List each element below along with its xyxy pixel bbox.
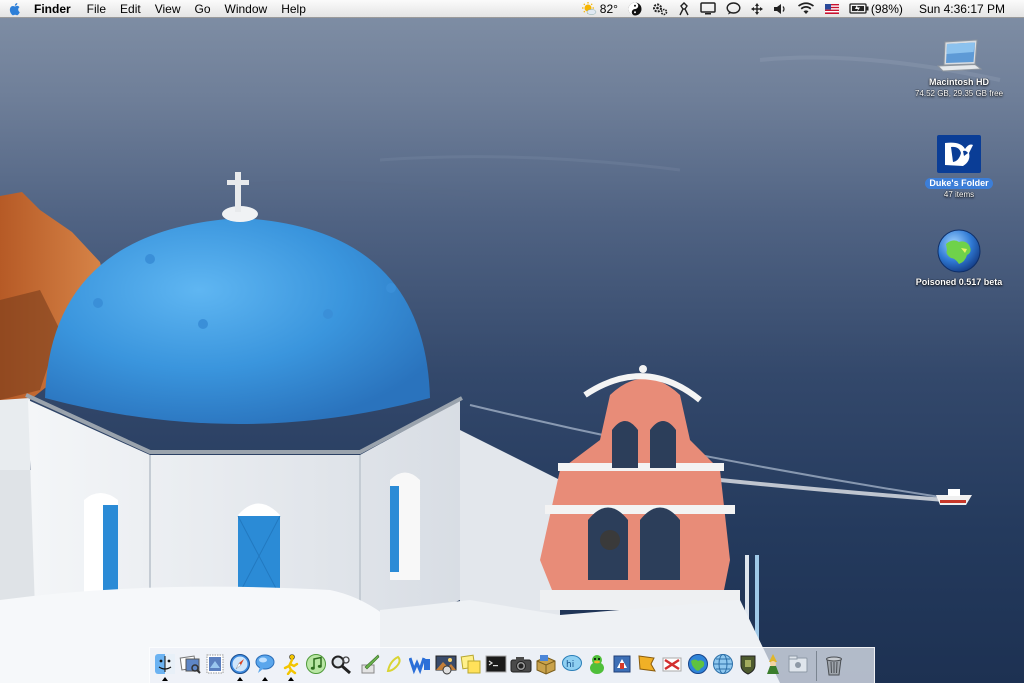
desktop-icon-sublabel: 74.52 GB, 29.35 GB free bbox=[914, 89, 1004, 98]
safari-compass-icon bbox=[230, 653, 251, 674]
menu-edit[interactable]: Edit bbox=[113, 0, 148, 18]
sun-cloud-icon bbox=[581, 1, 597, 15]
weather-temperature: 82° bbox=[599, 1, 618, 16]
itunes-note-icon bbox=[305, 653, 326, 674]
weather-menu-extra[interactable]: 82° bbox=[576, 1, 623, 16]
red-stamp-icon bbox=[662, 657, 682, 671]
desktop-icon-sublabel: 47 items bbox=[943, 190, 975, 199]
dock-item-terminal[interactable] bbox=[483, 651, 508, 681]
dock-item-itunes[interactable] bbox=[303, 651, 328, 681]
trash-icon bbox=[826, 656, 843, 675]
menu-window[interactable]: Window bbox=[218, 0, 275, 18]
camera-icon bbox=[510, 656, 532, 672]
desktop-icon-label: Poisoned 0.517 beta bbox=[915, 277, 1003, 287]
gears-icon[interactable] bbox=[647, 2, 673, 16]
dock-item-earth[interactable] bbox=[685, 651, 710, 681]
iphoto-camera-icon bbox=[435, 655, 457, 674]
menu-help[interactable]: Help bbox=[274, 0, 313, 18]
dock-item-spotlight[interactable] bbox=[328, 651, 353, 681]
finder-face-icon bbox=[154, 653, 175, 674]
dock-item-system-folder[interactable] bbox=[786, 651, 811, 681]
dock-item-trash[interactable] bbox=[822, 651, 847, 681]
menu-bar: Finder File Edit View Go Window Help 82° bbox=[0, 0, 1024, 18]
battery-percent: (98%) bbox=[870, 1, 903, 16]
dock-item-bbedit[interactable]: hi bbox=[559, 651, 584, 681]
magnifier-glasses-icon bbox=[331, 655, 351, 674]
dock-item-adium[interactable] bbox=[584, 651, 609, 681]
battery-status[interactable]: (98%) bbox=[844, 2, 908, 16]
yin-yang-icon[interactable] bbox=[623, 2, 647, 16]
earth-globe-icon bbox=[687, 653, 708, 674]
desktop-icon-poisoned[interactable]: Poisoned 0.517 beta bbox=[904, 228, 1014, 288]
globe-icon bbox=[937, 229, 981, 273]
preview-photos-icon bbox=[179, 655, 201, 674]
running-indicator bbox=[237, 676, 244, 681]
dock: hi bbox=[149, 647, 875, 683]
menu-file[interactable]: File bbox=[80, 0, 113, 18]
aim-running-man-icon bbox=[283, 653, 298, 675]
dock-item-mail[interactable] bbox=[202, 651, 227, 681]
wifi-icon[interactable] bbox=[792, 2, 820, 15]
dock-item-finder[interactable] bbox=[152, 651, 177, 681]
bbedit-bubble-icon: hi bbox=[561, 654, 582, 671]
network-globe-icon bbox=[712, 653, 733, 674]
dock-divider bbox=[815, 650, 817, 681]
adium-duck-icon bbox=[589, 654, 604, 674]
dock-item-installer[interactable] bbox=[534, 651, 559, 681]
quill-pen-icon bbox=[361, 654, 380, 673]
dock-item-image-capture[interactable] bbox=[509, 651, 534, 681]
textedit-pen-icon bbox=[387, 655, 401, 672]
running-indicator bbox=[161, 676, 168, 681]
dock-item-stickies[interactable] bbox=[458, 651, 483, 681]
stickies-notes-icon bbox=[460, 654, 481, 673]
dock-item-stamp[interactable] bbox=[660, 651, 685, 681]
terminal-icon bbox=[485, 655, 507, 672]
us-flag-input-icon[interactable] bbox=[820, 3, 844, 14]
move-arrows-icon[interactable] bbox=[746, 2, 768, 15]
svg-text:hi: hi bbox=[566, 660, 574, 670]
script-figure-icon[interactable] bbox=[673, 1, 695, 16]
word-w-icon bbox=[409, 657, 431, 674]
desktop-wallpaper bbox=[0, 0, 1024, 683]
desktop-icon-dukes-folder[interactable]: Duke's Folder 47 items bbox=[904, 133, 1014, 200]
mail-stamp-icon bbox=[206, 654, 224, 673]
dock-item-globe[interactable] bbox=[710, 651, 735, 681]
ichat-bubble-icon bbox=[255, 654, 275, 673]
dock-item-word[interactable] bbox=[408, 651, 433, 681]
running-indicator bbox=[287, 676, 294, 681]
dock-item-wizard[interactable] bbox=[761, 651, 786, 681]
dock-item-aim[interactable] bbox=[278, 651, 303, 681]
speech-bubble-icon[interactable] bbox=[721, 2, 746, 15]
dock-item-frog-game[interactable] bbox=[609, 651, 634, 681]
menu-finder[interactable]: Finder bbox=[30, 0, 80, 18]
display-icon[interactable] bbox=[695, 2, 721, 15]
dock-item-script-editor[interactable] bbox=[358, 651, 383, 681]
desktop-icon-label: Macintosh HD bbox=[928, 77, 989, 87]
menubar-clock[interactable]: Sun 4:36:17 PM bbox=[914, 2, 1010, 16]
laptop-drive-icon bbox=[936, 39, 983, 72]
dock-item-armor[interactable] bbox=[735, 651, 760, 681]
dock-item-preview[interactable] bbox=[177, 651, 202, 681]
menu-view[interactable]: View bbox=[148, 0, 188, 18]
blue-devil-folder-icon bbox=[937, 135, 981, 173]
menu-go[interactable]: Go bbox=[188, 0, 218, 18]
wizard-icon bbox=[767, 653, 780, 674]
desktop-icon-label: Duke's Folder bbox=[925, 178, 993, 189]
dock-item-ichat[interactable] bbox=[253, 651, 278, 681]
dock-item-safari[interactable] bbox=[228, 651, 253, 681]
dock-item-iphoto[interactable] bbox=[433, 651, 458, 681]
santorini-church-photo bbox=[0, 55, 1001, 683]
desktop-icon-macintosh-hd[interactable]: Macintosh HD 74.52 GB, 29.35 GB free bbox=[904, 38, 1014, 99]
apple-folder-icon bbox=[788, 655, 808, 672]
running-indicator bbox=[262, 676, 269, 681]
dock-item-flag[interactable] bbox=[635, 651, 660, 681]
volume-icon[interactable] bbox=[768, 3, 792, 15]
dock-item-textedit[interactable] bbox=[383, 651, 408, 681]
flag-icon bbox=[638, 654, 657, 672]
frog-icon bbox=[613, 655, 631, 672]
armor-shield-icon bbox=[740, 655, 756, 675]
battery-icon bbox=[849, 3, 869, 14]
box-package-icon bbox=[536, 654, 556, 675]
apple-menu-icon[interactable] bbox=[0, 2, 30, 16]
